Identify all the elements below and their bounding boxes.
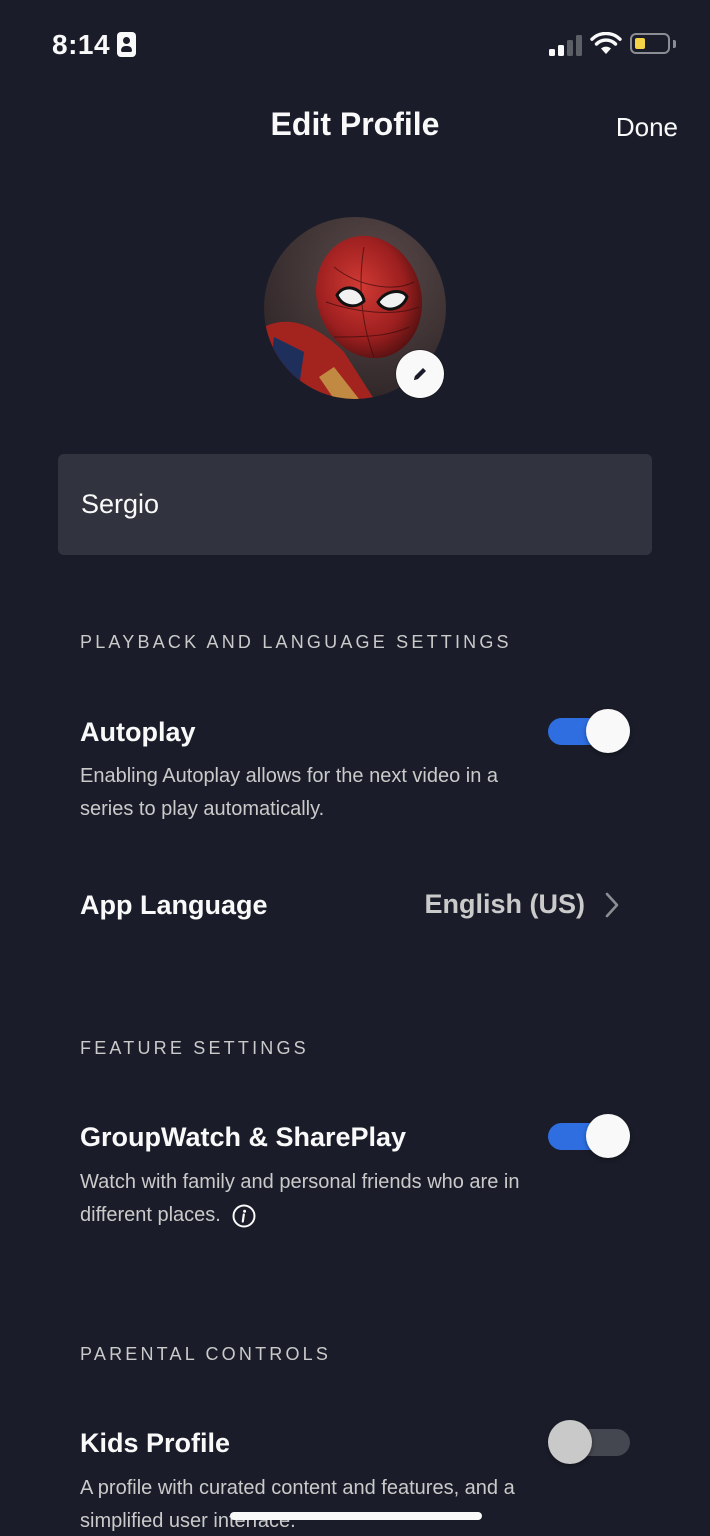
status-bar: 8:14 <box>0 0 710 90</box>
app-language-value[interactable]: English (US) <box>425 889 586 920</box>
profile-name-input[interactable]: Sergio <box>58 454 652 555</box>
groupwatch-toggle-knob <box>586 1114 630 1158</box>
autoplay-description: Enabling Autoplay allows for the next vi… <box>80 765 499 820</box>
kids-profile-title: Kids Profile <box>80 1428 231 1458</box>
edit-avatar-button[interactable] <box>396 350 444 398</box>
kids-profile-toggle[interactable] <box>548 1420 630 1464</box>
person-badge-icon <box>117 32 136 57</box>
info-icon[interactable] <box>232 1204 256 1228</box>
done-button[interactable]: Done <box>616 112 678 143</box>
autoplay-toggle[interactable] <box>548 709 630 753</box>
home-indicator[interactable] <box>230 1512 482 1520</box>
kids-profile-description: A profile with curated content and featu… <box>80 1477 515 1532</box>
battery-level-fill <box>635 38 645 49</box>
groupwatch-description-block: Watch with family and personal friends w… <box>80 1166 540 1232</box>
edit-profile-screen: 8:14 Edit Profile Done Sergio PLAYBACK A… <box>0 0 710 1536</box>
cellular-signal-icon <box>549 34 583 56</box>
autoplay-toggle-knob <box>586 709 630 753</box>
chevron-right-icon[interactable] <box>604 892 620 918</box>
groupwatch-title: GroupWatch & SharePlay <box>80 1122 407 1152</box>
groupwatch-toggle[interactable] <box>548 1114 630 1158</box>
groupwatch-description: Watch with family and personal friends w… <box>80 1171 520 1226</box>
pencil-icon <box>414 368 426 380</box>
kids-profile-toggle-knob <box>548 1420 592 1464</box>
section-header-features: FEATURE SETTINGS <box>80 1038 309 1058</box>
section-header-playback: PLAYBACK AND LANGUAGE SETTINGS <box>80 632 512 652</box>
autoplay-title: Autoplay <box>80 717 196 747</box>
status-time: 8:14 <box>52 29 111 60</box>
app-language-title[interactable]: App Language <box>80 890 268 921</box>
wifi-icon <box>590 32 622 54</box>
section-header-parental: PARENTAL CONTROLS <box>80 1344 332 1364</box>
battery-icon <box>630 33 670 54</box>
page-title: Edit Profile <box>270 106 440 142</box>
battery-cap <box>673 40 676 48</box>
